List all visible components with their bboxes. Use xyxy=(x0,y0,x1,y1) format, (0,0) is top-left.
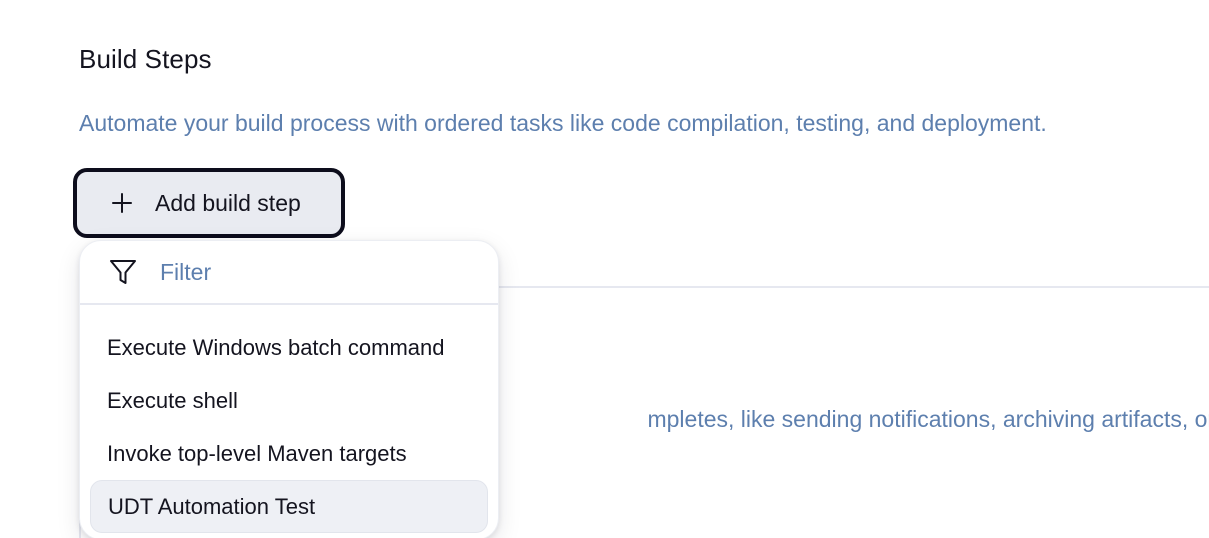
menu-item-execute-shell[interactable]: Execute shell xyxy=(90,374,488,427)
add-build-step-button[interactable]: Add build step xyxy=(73,168,345,238)
menu-item-udt-automation-test[interactable]: UDT Automation Test xyxy=(90,480,488,533)
section-title: Build Steps xyxy=(79,44,212,74)
page: Build Steps Automate your build process … xyxy=(0,0,1209,538)
post-build-description-text: mpletes, like sending notifications, arc… xyxy=(647,406,1209,432)
filter-row xyxy=(80,241,498,305)
menu-item-invoke-maven-targets[interactable]: Invoke top-level Maven targets xyxy=(90,427,488,480)
build-step-dropdown: Execute Windows batch command Execute sh… xyxy=(79,240,499,538)
plus-icon xyxy=(111,192,133,214)
filter-input[interactable] xyxy=(160,258,460,286)
funnel-icon xyxy=(108,257,138,287)
menu-item-execute-windows-batch-command[interactable]: Execute Windows batch command xyxy=(90,321,488,374)
menu-items: Execute Windows batch command Execute sh… xyxy=(80,321,498,533)
section-divider xyxy=(490,286,1209,288)
add-build-step-label: Add build step xyxy=(155,189,301,216)
section-description: Automate your build process with ordered… xyxy=(79,110,1047,136)
